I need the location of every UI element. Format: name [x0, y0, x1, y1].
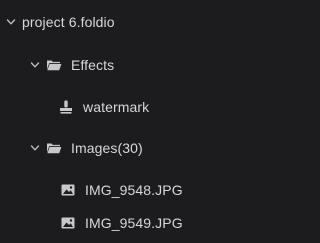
tree-item-label: project 6.foldio [22, 14, 115, 30]
tree-item-label: IMG_9549.JPG [85, 215, 183, 231]
tree-item-label: IMG_9548.JPG [85, 182, 183, 198]
tree-item-watermark[interactable]: watermark [0, 94, 256, 120]
image-file-icon [60, 215, 76, 231]
tree-item-image-file[interactable]: IMG_9548.JPG [0, 177, 256, 203]
stamp-icon [58, 99, 74, 115]
tree-item-label: Images(30) [71, 140, 143, 156]
tree-item-images-folder[interactable]: Images(30) [0, 135, 256, 161]
chevron-down-icon[interactable] [30, 60, 40, 70]
folder-icon [46, 57, 62, 73]
tree-item-effects-folder[interactable]: Effects [0, 52, 256, 78]
tree-item-label: Effects [71, 57, 115, 73]
chevron-down-icon[interactable] [6, 17, 16, 27]
chevron-down-icon[interactable] [30, 143, 40, 153]
image-file-icon [60, 182, 76, 198]
project-tree: project 6.foldio Effects watermark Image… [0, 0, 256, 243]
tree-item-image-file[interactable]: IMG_9549.JPG [0, 210, 256, 236]
folder-icon [46, 140, 62, 156]
tree-item-project-root[interactable]: project 6.foldio [0, 9, 256, 35]
tree-item-label: watermark [83, 99, 150, 115]
